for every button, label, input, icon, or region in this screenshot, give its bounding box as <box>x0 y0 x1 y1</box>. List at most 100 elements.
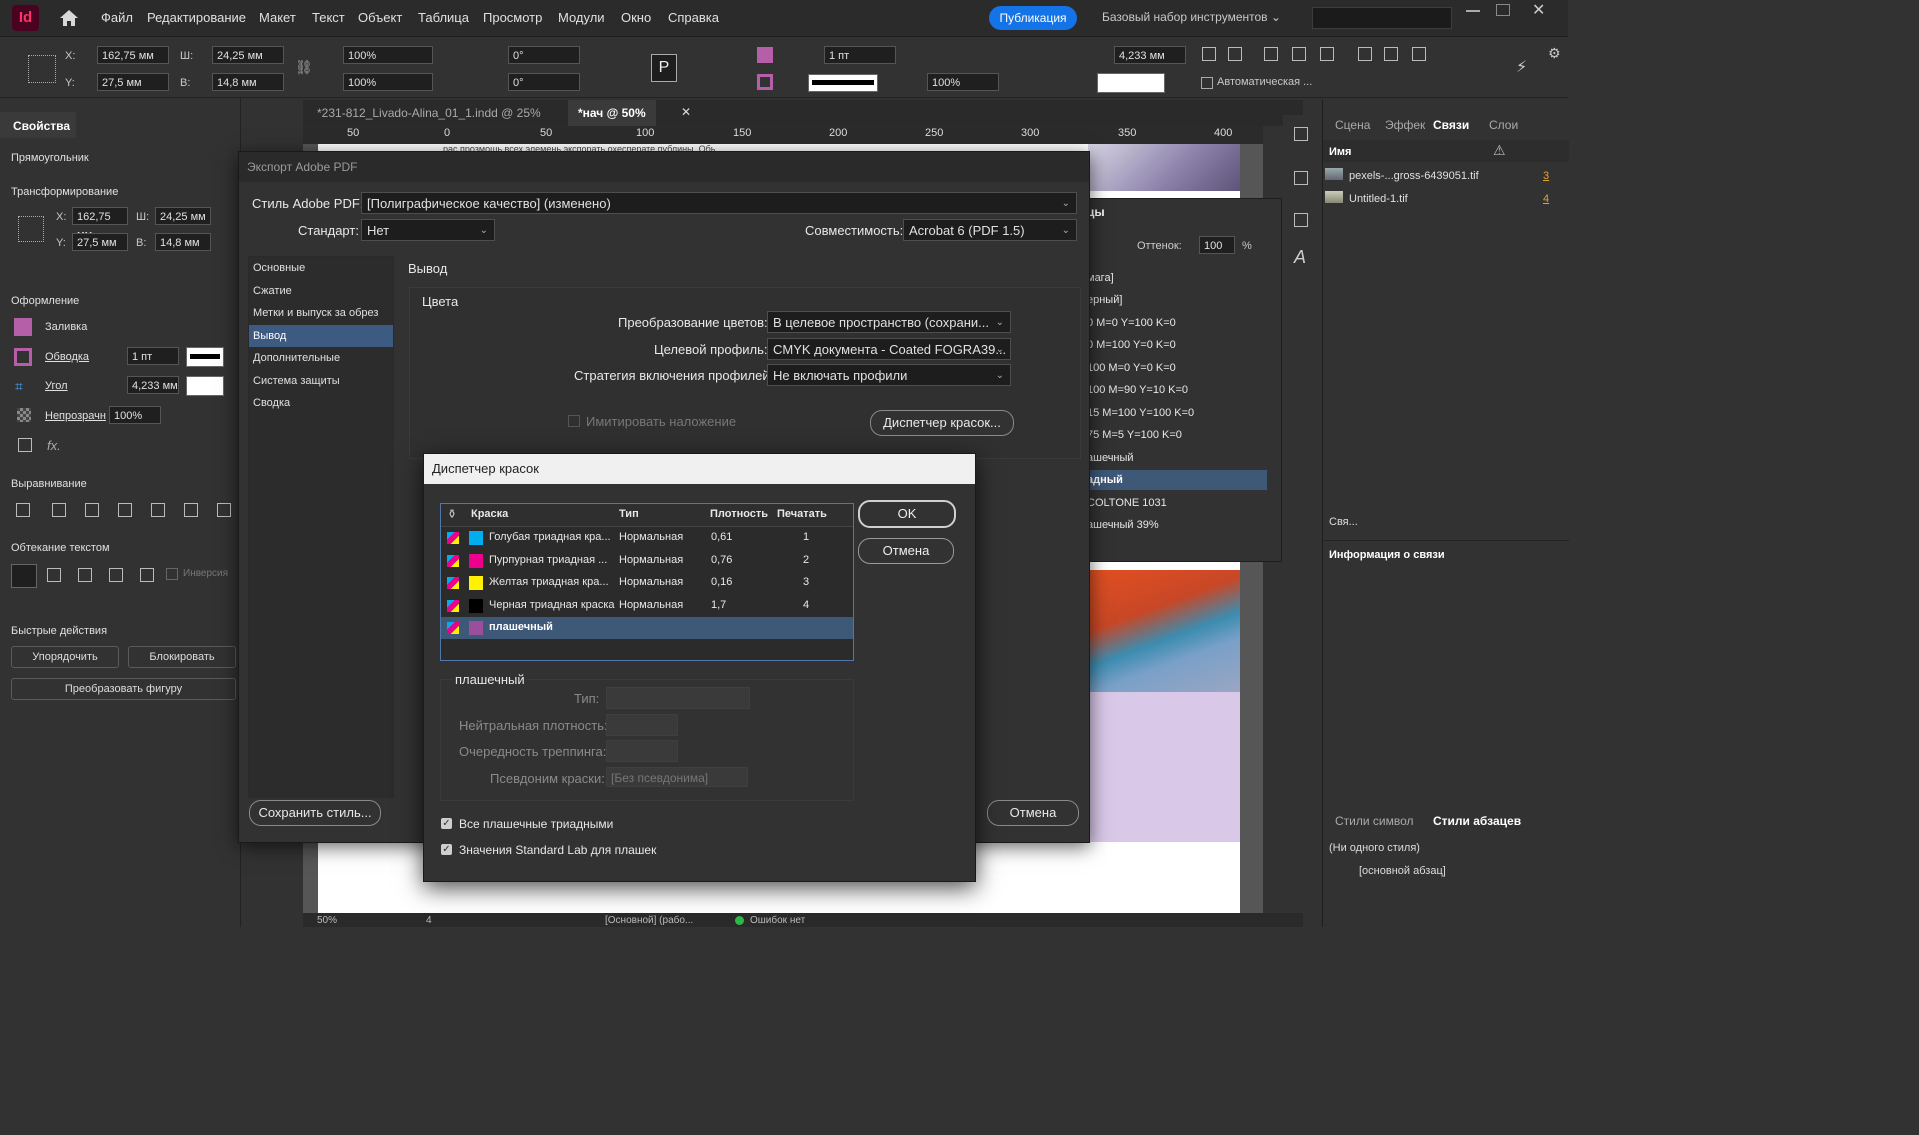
link-page[interactable]: 4 <box>1543 193 1549 205</box>
fx-icon[interactable]: fx. <box>47 438 61 453</box>
auto-fit-checkbox[interactable] <box>1201 77 1213 89</box>
align-right-icon[interactable] <box>118 503 132 517</box>
corner-shape-select[interactable] <box>186 376 224 396</box>
swatch-row[interactable]: мага] <box>1087 268 1267 288</box>
fill-swatch[interactable] <box>14 318 32 336</box>
corner-shape-select[interactable] <box>1097 73 1165 93</box>
wrap-bbox-icon[interactable] <box>47 568 61 582</box>
trap-sequence-field[interactable] <box>606 740 678 762</box>
simulate-overprint-checkbox[interactable] <box>568 415 580 427</box>
standard-select[interactable]: Нет ⌄ <box>361 219 495 241</box>
stroke-label[interactable]: Обводка <box>45 351 89 363</box>
page-number[interactable]: 4 <box>426 915 432 926</box>
opacity-field[interactable]: 100% <box>927 73 999 91</box>
pages-icon[interactable] <box>1294 127 1308 141</box>
page-image-snow[interactable] <box>1088 144 1240 191</box>
link-name[interactable]: pexels-...gross-6439051.tif <box>1349 170 1479 182</box>
menu-layout[interactable]: Макет <box>259 10 296 25</box>
wrap-jump-icon[interactable] <box>109 568 123 582</box>
ink-row-selected[interactable]: плашечный <box>441 617 853 639</box>
menu-edit[interactable]: Редактирование <box>147 10 246 25</box>
tab-para-styles[interactable]: Стили абзацев <box>1433 814 1521 828</box>
swatch-row[interactable]: 100 M=90 Y=10 K=0 <box>1087 380 1267 400</box>
align-left-icon[interactable] <box>1202 47 1216 61</box>
x-field[interactable]: 162,75 мм <box>72 207 128 241</box>
scale-x-field[interactable]: 100% <box>343 46 433 64</box>
profile-policy-select[interactable]: Не включать профили ⌄ <box>767 364 1011 386</box>
align-bottom-icon[interactable] <box>1358 47 1372 61</box>
links-footer-label[interactable]: Свя... <box>1329 516 1358 528</box>
distribute-icon[interactable] <box>1384 47 1398 61</box>
color-conversion-select[interactable]: В целевое пространство (сохрани... ⌄ <box>767 311 1011 333</box>
stroke-weight-field[interactable]: 1 пт <box>824 46 896 64</box>
restore-icon[interactable] <box>1496 4 1510 16</box>
align-center-icon[interactable] <box>1228 47 1242 61</box>
wrap-shape-icon[interactable] <box>78 568 92 582</box>
menu-file[interactable]: Файл <box>101 10 133 25</box>
tab-doc-2[interactable]: *нач @ 50% <box>568 100 656 126</box>
tab-links[interactable]: Связи <box>1433 118 1469 132</box>
process-ink-icon[interactable] <box>447 532 459 544</box>
character-icon[interactable]: A <box>1294 247 1306 268</box>
menu-view[interactable]: Просмотр <box>483 10 542 25</box>
tab-char-styles[interactable]: Стили символ <box>1335 814 1414 828</box>
lock-button[interactable]: Блокировать <box>128 646 236 668</box>
wrap-none-icon[interactable] <box>11 564 37 588</box>
h-field[interactable]: 14,8 мм <box>155 233 211 251</box>
quick-apply-icon[interactable]: ⚡ <box>1516 57 1527 77</box>
menu-type[interactable]: Текст <box>312 10 345 25</box>
tab-doc-1[interactable]: *231-812_Livado-Alina_01_1.indd @ 25% <box>307 100 551 126</box>
ink-row[interactable]: Пурпурная триадная ... Нормальная 0,76 2 <box>441 550 853 572</box>
page-image-painting[interactable] <box>1088 570 1240 692</box>
ink-type-select[interactable] <box>606 687 750 709</box>
category-marks-bleeds[interactable]: Метки и выпуск за обрез <box>249 302 393 324</box>
align-left-icon[interactable] <box>52 503 66 517</box>
preflight-profile[interactable]: [Основной] (рабо... <box>605 915 693 926</box>
tab-scene[interactable]: Сцена <box>1335 118 1370 132</box>
stroke-type-select[interactable] <box>808 74 878 92</box>
category-summary[interactable]: Сводка <box>249 392 393 414</box>
w-field[interactable]: 24,25 мм <box>212 46 284 64</box>
col-ink[interactable]: Краска <box>471 508 508 520</box>
col-type[interactable]: Тип <box>619 508 639 520</box>
swatch-row[interactable]: 0 M=0 Y=100 K=0 <box>1087 313 1267 333</box>
compat-select[interactable]: Acrobat 6 (PDF 1.5) ⌄ <box>903 219 1077 241</box>
cancel-button[interactable]: Отмена <box>858 538 954 564</box>
style-basic-paragraph[interactable]: [основной абзац] <box>1359 865 1446 877</box>
constrain-link-icon[interactable]: ⛓ <box>295 59 313 76</box>
preflight-status[interactable]: Ошибок нет <box>750 915 805 926</box>
process-ink-icon[interactable] <box>447 555 459 567</box>
text-frame-icon[interactable]: P <box>651 54 677 82</box>
cancel-button[interactable]: Отмена <box>987 800 1079 826</box>
align-bottom-icon[interactable] <box>217 503 231 517</box>
tint-field[interactable]: 100 <box>1199 236 1235 254</box>
destination-profile-select[interactable]: CMYK документа - Coated FOGRA39... ⌄ <box>767 338 1011 360</box>
search-input[interactable] <box>1312 7 1452 29</box>
wrap-next-column-icon[interactable] <box>140 568 154 582</box>
align-middle-icon[interactable] <box>184 503 198 517</box>
swatch-row[interactable]: 0 M=100 Y=0 K=0 <box>1087 335 1267 355</box>
arrange-button[interactable]: Упорядочить <box>11 646 119 668</box>
scale-y-field[interactable]: 100% <box>343 73 433 91</box>
category-general[interactable]: Основные <box>249 257 393 279</box>
ink-manager-button[interactable]: Диспетчер красок... <box>870 410 1014 436</box>
menu-table[interactable]: Таблица <box>418 10 469 25</box>
h-field[interactable]: 14,8 мм <box>212 73 284 91</box>
layers-icon[interactable] <box>1294 171 1308 185</box>
corner-size-field[interactable]: 4,233 мм <box>127 376 179 394</box>
settings-gear-icon[interactable]: ⚙ <box>1548 45 1561 62</box>
fill-swatch[interactable] <box>757 47 773 63</box>
align-top-icon[interactable] <box>1292 47 1306 61</box>
link-name[interactable]: Untitled-1.tif <box>1349 193 1408 205</box>
pdf-style-select[interactable]: [Полиграфическое качество] (изменено) ⌄ <box>361 192 1077 214</box>
swatch-row[interactable]: ашечный <box>1087 448 1267 468</box>
col-sequence[interactable]: Печатать <box>777 508 827 520</box>
ink-row[interactable]: Желтая триадная кра... Нормальная 0,16 3 <box>441 572 853 594</box>
tab-layers[interactable]: Слои <box>1489 118 1518 132</box>
publish-button[interactable]: Публикация <box>989 6 1077 30</box>
stroke-swatch[interactable] <box>14 348 32 366</box>
swatch-row[interactable]: ерный] <box>1087 290 1267 310</box>
tab-close-icon[interactable]: ✕ <box>681 105 691 119</box>
category-output[interactable]: Вывод <box>249 325 393 347</box>
save-preset-button[interactable]: Сохранить стиль... <box>249 800 381 826</box>
